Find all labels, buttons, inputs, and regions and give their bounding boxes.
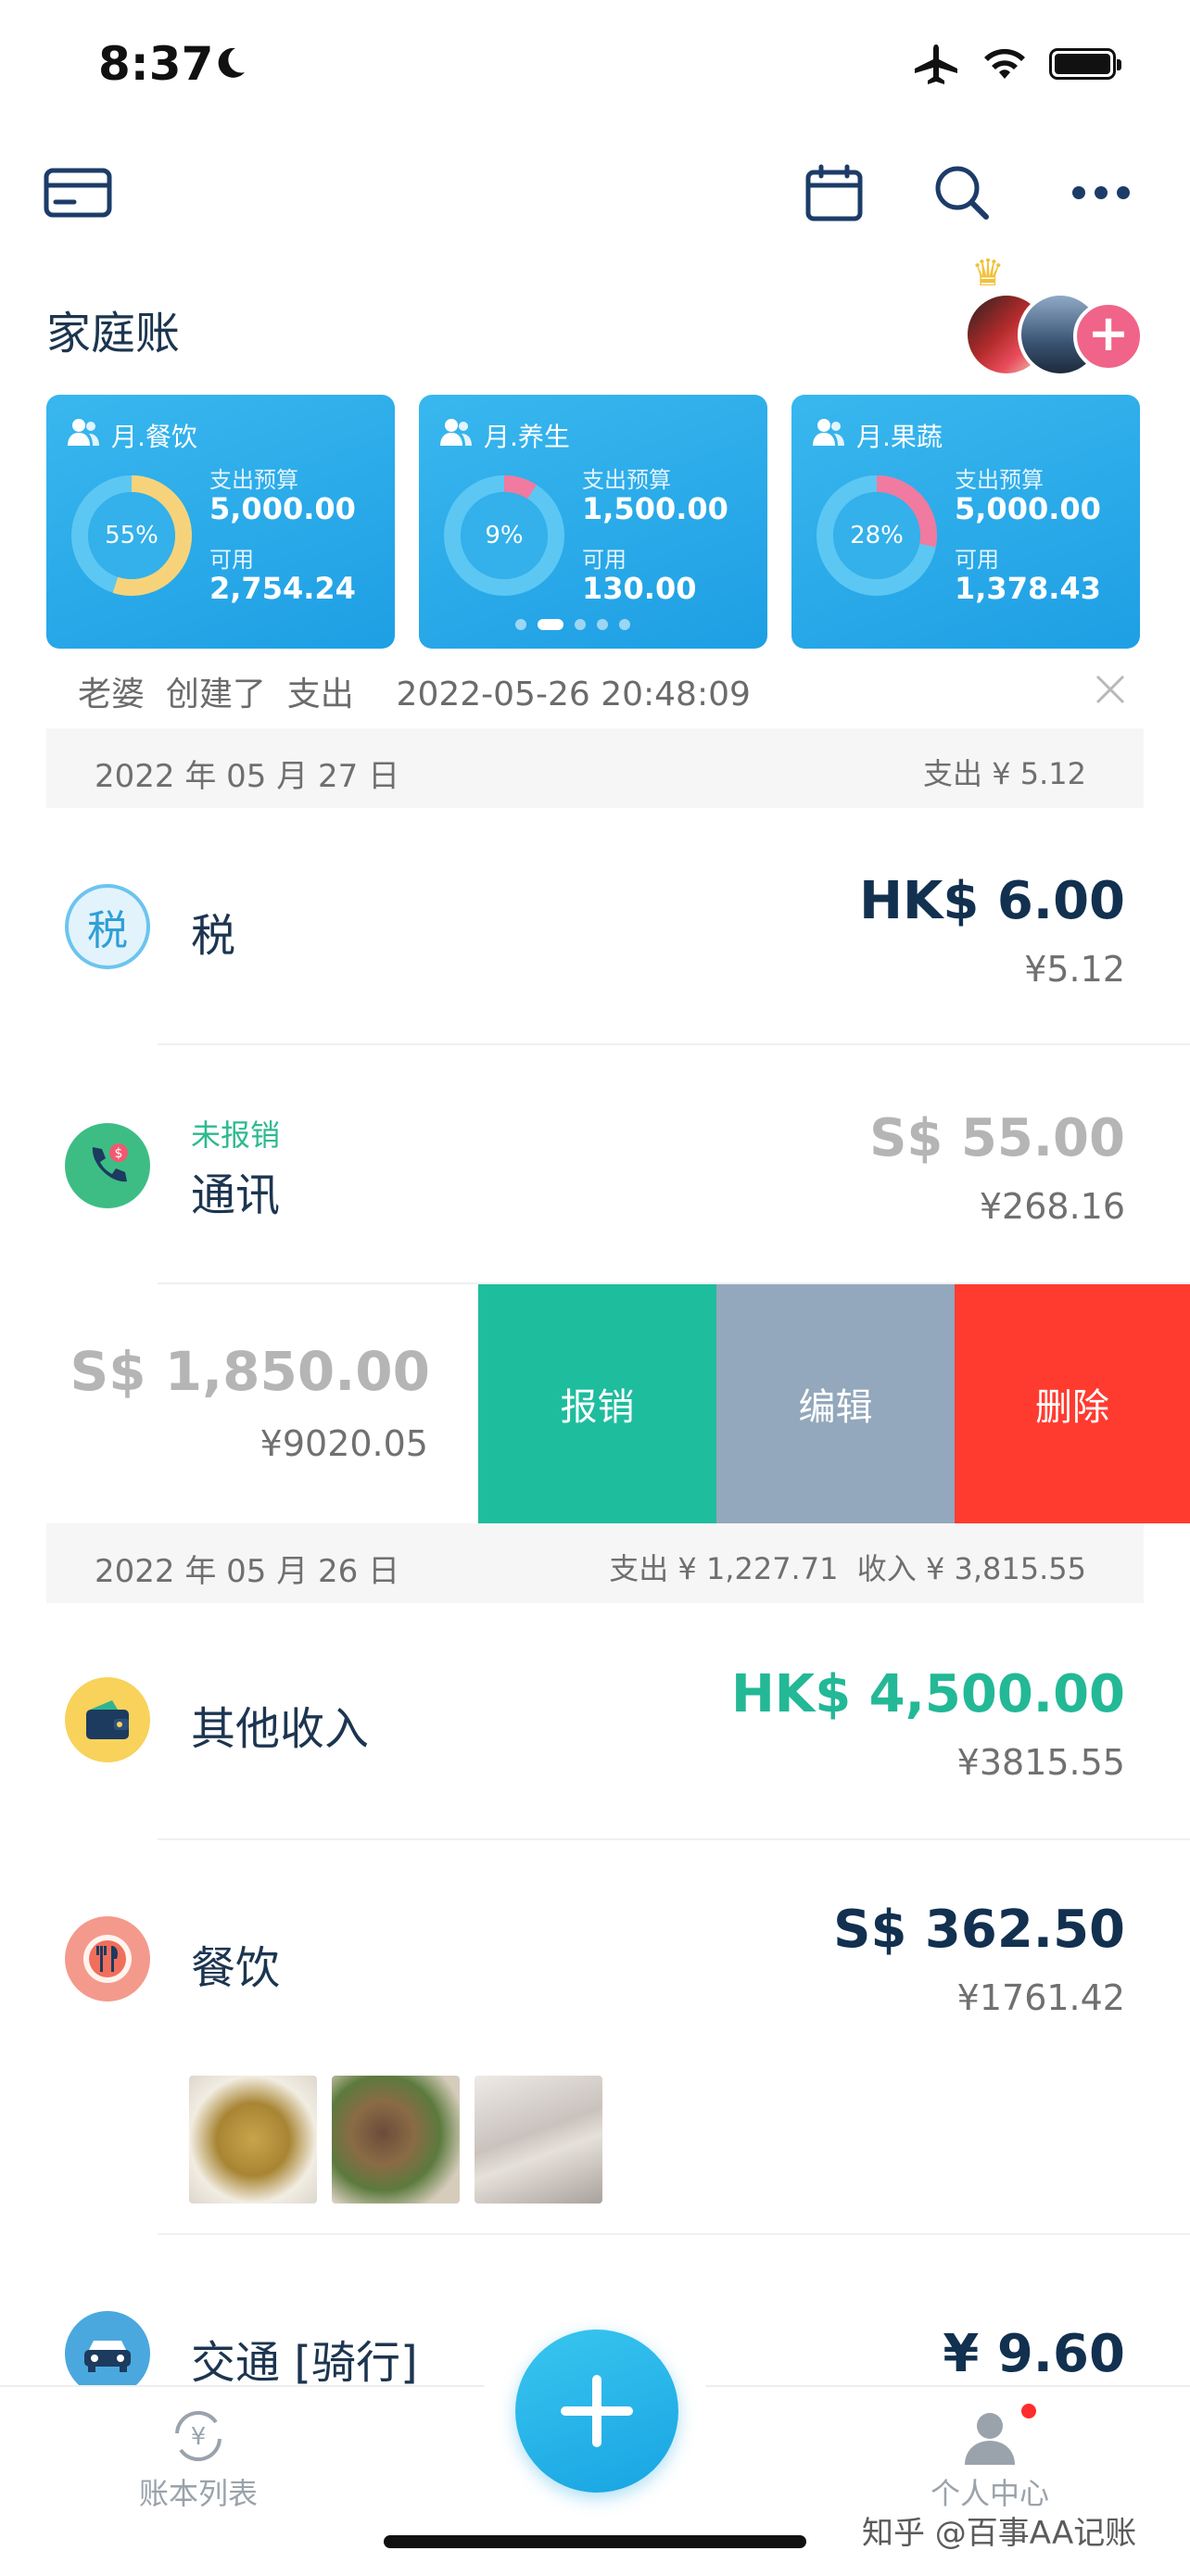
budget-amount: 5,000.00: [209, 491, 356, 526]
photo-thumbnail[interactable]: [189, 2076, 317, 2203]
wallet-icon: [65, 1677, 150, 1762]
calendar-icon[interactable]: [799, 158, 869, 228]
divider: [158, 1043, 1190, 1045]
budget-percent: 28%: [850, 522, 904, 549]
budget-card[interactable]: 月.餐饮 55% 支出预算 5,000.00 可用 2,754.24: [46, 395, 395, 649]
card-icon[interactable]: [43, 158, 113, 228]
transaction-name[interactable]: 税: [191, 899, 235, 964]
budget-title: 月.餐饮: [111, 422, 197, 452]
user-icon: [965, 2413, 1015, 2465]
wifi-icon: [984, 48, 1025, 79]
watermark: 知乎 @百事AA记账: [862, 2515, 1137, 2552]
transaction-converted: ¥5.12: [1024, 949, 1125, 990]
budget-label: 支出预算: [582, 467, 671, 493]
moon-icon: [218, 47, 245, 78]
budget-percent: 9%: [485, 522, 524, 549]
budget-amount: 1,500.00: [582, 491, 728, 526]
edit-button[interactable]: 编辑: [716, 1284, 955, 1523]
transaction-name[interactable]: 餐饮: [191, 1931, 280, 1996]
group-icon: [440, 419, 472, 446]
budget-label: 支出预算: [209, 467, 298, 493]
home-indicator: [384, 2535, 806, 2548]
dining-icon: [65, 1916, 150, 2001]
battery-icon: [1049, 48, 1121, 80]
ledger-title[interactable]: 家庭账: [46, 297, 180, 361]
date-group-header: 2022 年 05 月 27 日 支出 ¥ 5.12: [46, 728, 1144, 808]
add-member-button[interactable]: +: [1073, 301, 1144, 372]
group-icon: [813, 419, 844, 446]
tab-label: 账本列表: [138, 2476, 258, 2511]
group-date: 2022 年 05 月 26 日: [95, 1553, 400, 1590]
status-time: 8:37: [98, 37, 214, 91]
svg-text:$: $: [115, 1146, 123, 1161]
delete-button[interactable]: 删除: [955, 1284, 1190, 1523]
transaction-amount[interactable]: S$ 55.00: [869, 1108, 1125, 1168]
crown-icon: ♛: [971, 252, 1005, 295]
close-icon[interactable]: [1092, 671, 1129, 708]
search-icon[interactable]: [927, 158, 997, 228]
budget-card[interactable]: 月.养生 9% 支出预算 1,500.00 可用 130.00: [419, 395, 767, 649]
available-amount: 1,378.43: [955, 571, 1101, 606]
budget-amount: 5,000.00: [955, 491, 1101, 526]
yen-refresh-icon: ¥: [175, 2410, 222, 2462]
budget-label: 支出预算: [955, 467, 1044, 493]
date-group-header: 2022 年 05 月 26 日 支出 ¥ 1,227.71 收入 ¥ 3,81…: [46, 1523, 1144, 1603]
receipt-thumbnail[interactable]: [475, 2076, 602, 2203]
divider: [158, 1838, 1190, 1840]
group-icon: [68, 419, 99, 446]
budget-card[interactable]: 月.果蔬 28% 支出预算 5,000.00 可用 1,378.43: [791, 395, 1140, 649]
group-summary: 支出 ¥ 5.12: [923, 756, 1086, 791]
tax-icon: 税: [65, 884, 150, 969]
svg-text:¥: ¥: [191, 2423, 207, 2451]
transaction-converted: ¥268.16: [979, 1186, 1125, 1227]
car-icon: [65, 2311, 150, 2396]
carousel-dots: [515, 619, 630, 630]
notification-dot: [1021, 2404, 1036, 2418]
available-label: 可用: [955, 547, 999, 573]
unreimbursed-tag: 未报销: [191, 1118, 281, 1153]
airplane-icon: [915, 44, 957, 84]
tab-ledger-list[interactable]: ¥ 账本列表: [133, 2406, 263, 2513]
budget-title: 月.养生: [484, 422, 570, 452]
phone-icon: $: [65, 1123, 150, 1208]
available-label: 可用: [582, 547, 627, 573]
group-summary: 支出 ¥ 1,227.71 收入 ¥ 3,815.55: [609, 1551, 1086, 1586]
available-amount: 2,754.24: [209, 571, 356, 606]
transaction-converted: ¥3815.55: [956, 1742, 1125, 1783]
transaction-name[interactable]: 通讯: [191, 1158, 280, 1223]
transaction-amount[interactable]: ¥ 9.60: [943, 2324, 1125, 2384]
photo-thumbnail[interactable]: [332, 2076, 460, 2203]
available-label: 可用: [209, 547, 254, 573]
more-icon[interactable]: [1066, 158, 1136, 228]
transaction-amount[interactable]: HK$ 4,500.00: [731, 1664, 1125, 1724]
budget-title: 月.果蔬: [856, 422, 943, 452]
transaction-converted: ¥1761.42: [956, 1977, 1125, 2018]
transaction-converted: ¥9020.05: [260, 1423, 428, 1464]
reimburse-button[interactable]: 报销: [478, 1284, 716, 1523]
available-amount: 130.00: [582, 571, 697, 606]
transaction-amount[interactable]: HK$ 6.00: [859, 871, 1125, 931]
transaction-name[interactable]: 交通 [骑行]: [191, 2326, 418, 2391]
status-icons: [912, 41, 1121, 87]
transaction-amount: S$ 1,850.00: [70, 1340, 430, 1403]
budget-percent: 55%: [105, 522, 158, 549]
activity-notice: 老婆 创建了 支出 2022-05-26 20:48:09: [78, 676, 751, 713]
group-date: 2022 年 05 月 27 日: [95, 758, 400, 795]
add-transaction-button[interactable]: [515, 2330, 678, 2493]
transaction-amount[interactable]: S$ 362.50: [833, 1900, 1125, 1960]
tab-profile[interactable]: 个人中心: [925, 2406, 1055, 2513]
transaction-name[interactable]: 其他收入: [191, 1692, 369, 1757]
divider: [158, 2233, 1190, 2235]
